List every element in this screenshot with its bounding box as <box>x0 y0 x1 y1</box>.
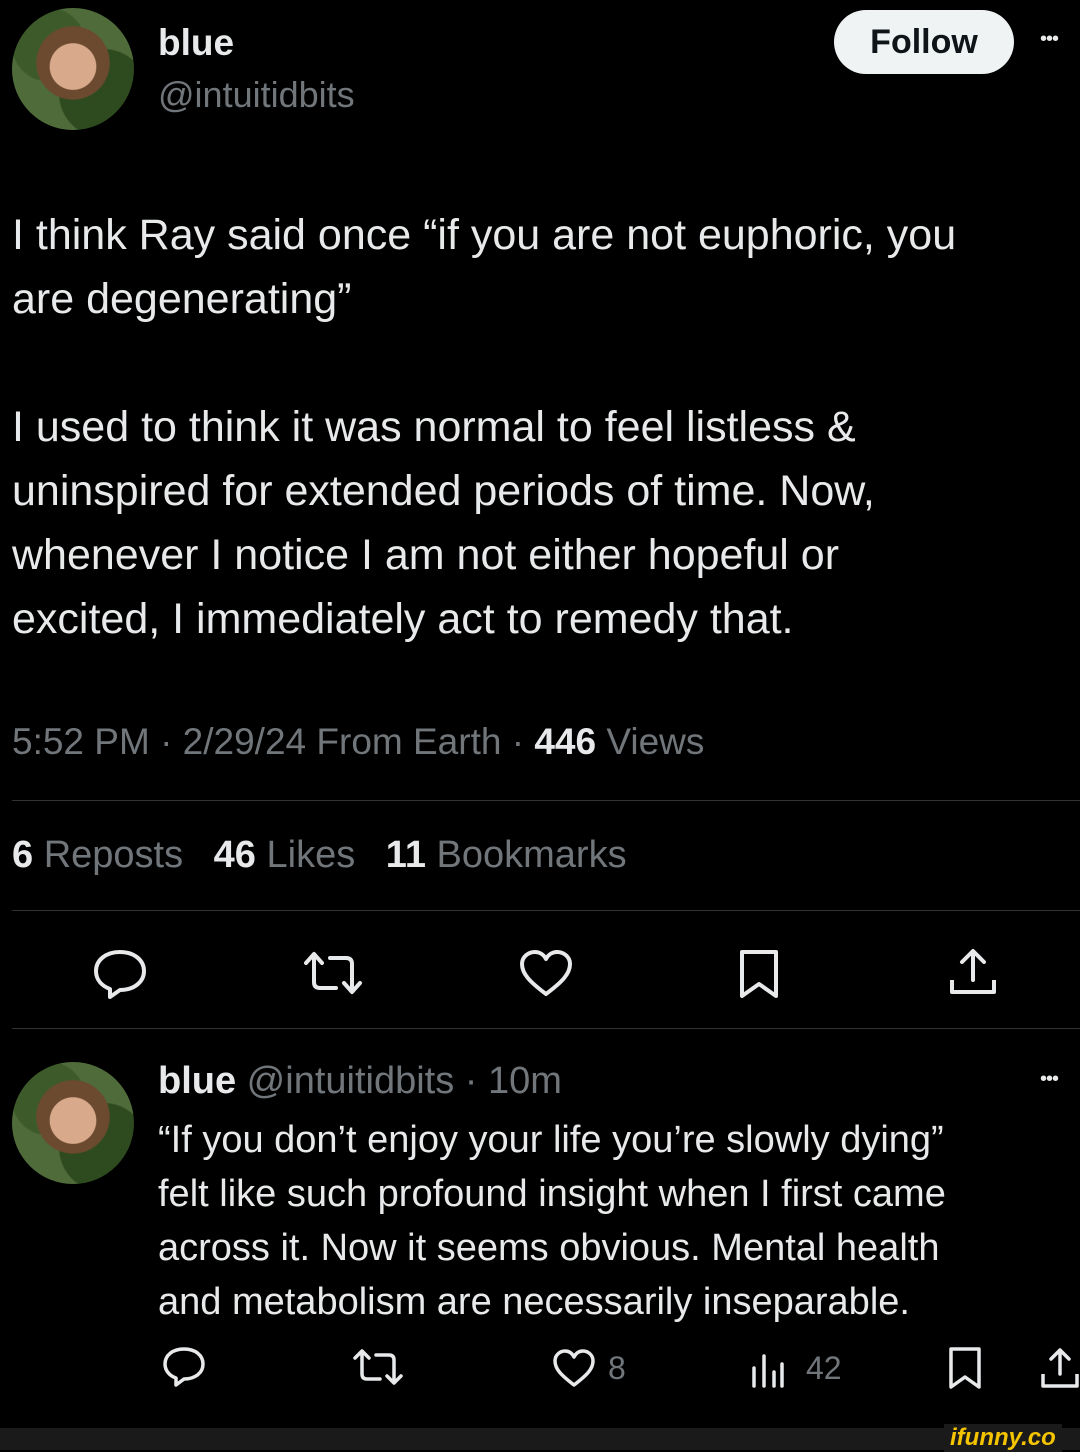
likes-stat[interactable]: 46 Likes <box>214 834 356 876</box>
views-count: 446 <box>534 721 597 762</box>
reply-views-count: 42 <box>806 1350 842 1386</box>
reply-handle-time[interactable]: @intuitidbits · 10m <box>236 1060 562 1102</box>
reply-share-icon[interactable] <box>1040 1346 1080 1390</box>
divider <box>12 800 1080 801</box>
like-icon[interactable] <box>518 948 574 998</box>
reply-like-icon[interactable] <box>552 1348 596 1388</box>
reply-line: across it. Now it seems obvious. Mental … <box>158 1227 940 1269</box>
more-options-icon[interactable]: ••• <box>1040 28 1059 51</box>
tweet-meta: 5:52 PM · 2/29/24 From Earth · 446 Views <box>12 721 704 763</box>
tweet-line: I used to think it was normal to feel li… <box>12 403 856 451</box>
engagement-stats: 6 Reposts 46 Likes 11 Bookmarks <box>12 834 627 877</box>
reply-likes-count: 8 <box>608 1350 626 1386</box>
tweet-line: are degenerating” <box>12 275 352 323</box>
tweet-line: whenever I notice I am not either hopefu… <box>12 531 840 579</box>
reply-display-name[interactable]: blue <box>158 1060 236 1102</box>
timestamp[interactable]: 5:52 PM · 2/29/24 From Earth · <box>12 721 534 762</box>
bookmark-icon[interactable] <box>738 948 780 1000</box>
author-handle[interactable]: @intuitidbits <box>158 74 355 116</box>
reply-reply-icon[interactable] <box>162 1346 206 1388</box>
reply-line: and metabolism are necessarily inseparab… <box>158 1281 910 1323</box>
reply-header: blue @intuitidbits · 10m <box>158 1060 562 1103</box>
views-label: Views <box>596 721 705 762</box>
reply-line: felt like such profound insight when I f… <box>158 1173 946 1215</box>
views-icon[interactable] <box>750 1352 786 1388</box>
follow-button[interactable]: Follow <box>834 10 1014 74</box>
reply-repost-icon[interactable] <box>352 1348 404 1386</box>
reply-more-options-icon[interactable]: ••• <box>1040 1068 1059 1091</box>
tweet-line: excited, I immediately act to remedy tha… <box>12 595 794 643</box>
reply-icon[interactable] <box>92 948 148 1000</box>
tweet-text: I think Ray said once “if you are not eu… <box>12 203 1072 651</box>
share-icon[interactable] <box>948 946 998 998</box>
repost-icon[interactable] <box>302 950 364 996</box>
author-display-name[interactable]: blue <box>158 22 234 64</box>
reply-text: “If you don’t enjoy your life you’re slo… <box>158 1113 1078 1329</box>
ifunny-watermark: ifunny.co <box>944 1424 1062 1452</box>
bottom-strip <box>0 1428 1080 1450</box>
reply-bookmark-icon[interactable] <box>948 1346 982 1390</box>
author-avatar[interactable] <box>12 8 134 130</box>
tweet-line: uninspired for extended periods of time.… <box>12 467 875 515</box>
divider <box>12 910 1080 911</box>
bookmarks-stat[interactable]: 11 Bookmarks <box>386 834 627 876</box>
reply-author-avatar[interactable] <box>12 1062 134 1184</box>
reply-line: “If you don’t enjoy your life you’re slo… <box>158 1119 944 1161</box>
reposts-stat[interactable]: 6 Reposts <box>12 834 183 876</box>
divider <box>12 1028 1080 1029</box>
tweet-line: I think Ray said once “if you are not eu… <box>12 211 957 259</box>
